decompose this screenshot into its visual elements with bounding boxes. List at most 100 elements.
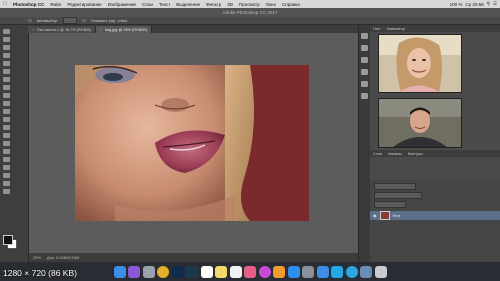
shape-tool-icon[interactable]	[3, 165, 10, 170]
lightroom-icon[interactable]	[186, 265, 198, 278]
photoshop-icon[interactable]	[171, 265, 184, 278]
tab-document-1[interactable]: × Без имени-1 @ 16,7% (RGB/8)	[28, 26, 96, 33]
auto-select-dropdown[interactable]	[63, 17, 78, 24]
path-select-tool-icon[interactable]	[3, 157, 10, 162]
layer-row[interactable]: ◉ Фон	[370, 211, 500, 220]
foreground-color-swatch[interactable]	[3, 235, 13, 245]
panel-header-top: Гист Навигатор	[370, 25, 500, 32]
more-tools-icon[interactable]	[3, 189, 10, 194]
eraser-tool-icon[interactable]	[3, 109, 10, 114]
crop-tool-icon[interactable]	[3, 61, 10, 66]
layer-filter-dropdown[interactable]	[374, 183, 416, 190]
history-brush-tool-icon[interactable]	[3, 101, 10, 106]
ibooks-icon[interactable]	[273, 265, 285, 278]
photos-icon[interactable]	[244, 265, 256, 278]
tools-panel	[0, 25, 29, 263]
menu-view[interactable]: Просмотр	[236, 2, 263, 7]
photoshop-screen:  Photoshop CC Файл Редактирование Изобр…	[0, 0, 500, 281]
eye-icon[interactable]: ◉	[373, 213, 377, 218]
quick-select-tool-icon[interactable]	[3, 53, 10, 58]
menu-3d[interactable]: 3D	[224, 2, 236, 7]
apple-icon[interactable]: 	[0, 1, 10, 7]
blur-tool-icon[interactable]	[3, 125, 10, 130]
brush-tool-icon[interactable]	[3, 85, 10, 90]
menu-select[interactable]: Выделение	[173, 2, 203, 7]
adjustments-icon[interactable]	[361, 57, 368, 63]
menu-app-name[interactable]: Photoshop CC	[10, 2, 47, 7]
brush-settings-icon[interactable]	[361, 93, 368, 99]
character-icon[interactable]	[361, 69, 368, 75]
clone-stamp-tool-icon[interactable]	[3, 93, 10, 98]
tab-label: img.jpg @ 25% (RGB/8*)	[105, 27, 148, 32]
layers-panel-header: Слои Каналы Контуры	[370, 150, 500, 157]
marquee-tool-icon[interactable]	[3, 37, 10, 42]
canvas-area[interactable]	[29, 33, 358, 253]
layer-thumbnail	[379, 211, 390, 220]
chrome-icon[interactable]	[157, 265, 169, 278]
document-tabs: × Без имени-1 @ 16,7% (RGB/8) × img.jpg …	[28, 25, 358, 33]
type-tool-icon[interactable]	[3, 149, 10, 154]
document-photo[interactable]	[75, 65, 309, 221]
tab-histogram[interactable]: Гист	[373, 27, 381, 31]
menu-image[interactable]: Изображение	[105, 2, 139, 7]
healing-brush-tool-icon[interactable]	[3, 77, 10, 82]
finder-secondary-icon[interactable]	[316, 265, 329, 278]
clock[interactable]: Ср 20:58	[465, 2, 483, 7]
properties-icon[interactable]	[361, 45, 368, 51]
itunes-icon[interactable]	[258, 265, 271, 278]
app-store-icon[interactable]	[287, 265, 300, 278]
menu-window[interactable]: Окно	[263, 2, 279, 7]
menu-type[interactable]: Текст	[156, 2, 173, 7]
lasso-tool-icon[interactable]	[3, 45, 10, 50]
move-tool-icon[interactable]	[3, 29, 10, 34]
dodge-tool-icon[interactable]	[3, 133, 10, 138]
status-bar: 25% Док: 5,93М/5,93М	[29, 253, 358, 262]
close-icon[interactable]: ×	[32, 27, 34, 32]
trash-icon[interactable]	[374, 265, 387, 278]
menubar-status-area: 100 % Ср 20:58 ⚲ ☰	[450, 1, 500, 7]
lock-controls[interactable]	[374, 201, 406, 208]
zoom-tool-icon[interactable]	[3, 181, 10, 186]
menu-layers[interactable]: Слои	[139, 2, 156, 7]
hand-tool-icon[interactable]	[3, 173, 10, 178]
menu-file[interactable]: Файл	[47, 2, 64, 7]
checkbox-icon[interactable]: ☐	[82, 18, 86, 23]
mail-icon[interactable]	[360, 265, 372, 278]
right-panel-dock: Гист Навигатор Слои Каналы Контуры ◉ Фон	[370, 25, 500, 263]
gradient-tool-icon[interactable]	[3, 117, 10, 122]
notes-icon[interactable]	[215, 265, 227, 278]
telegram-icon[interactable]	[345, 265, 358, 278]
pen-tool-icon[interactable]	[3, 141, 10, 146]
eyedropper-tool-icon[interactable]	[3, 69, 10, 74]
menu-edit[interactable]: Редактирование	[64, 2, 104, 7]
transform-controls-label: Показать упр. элем.	[90, 18, 128, 23]
menu-list-icon[interactable]: ☰	[493, 1, 497, 7]
options-bar: ☐ Автовыбор: ☐ Показать упр. элем.	[0, 17, 500, 25]
history-icon[interactable]	[361, 33, 368, 39]
tab-paths[interactable]: Контуры	[408, 152, 423, 156]
siri-icon[interactable]	[128, 265, 140, 278]
reminders-icon[interactable]	[229, 265, 242, 278]
system-preferences-icon[interactable]	[302, 265, 314, 278]
battery-indicator[interactable]: 100 %	[450, 2, 463, 7]
calendar-icon[interactable]	[200, 265, 213, 278]
menu-filter[interactable]: Фильтр	[203, 2, 224, 7]
layer-name: Фон	[392, 213, 400, 218]
finder-icon[interactable]	[113, 265, 126, 278]
tab-navigator[interactable]: Навигатор	[387, 27, 405, 31]
zoom-level[interactable]: 25%	[33, 255, 41, 260]
skype-icon[interactable]	[331, 265, 343, 278]
macos-menubar:  Photoshop CC Файл Редактирование Изобр…	[0, 0, 500, 8]
search-icon[interactable]: ⚲	[487, 1, 490, 7]
blend-mode-dropdown[interactable]	[374, 192, 422, 199]
close-icon[interactable]: ×	[100, 27, 102, 32]
tab-channels[interactable]: Каналы	[388, 152, 401, 156]
menu-help[interactable]: Справка	[279, 2, 303, 7]
launchpad-icon[interactable]	[142, 265, 155, 278]
paragraph-icon[interactable]	[361, 81, 368, 87]
tab-document-2[interactable]: × img.jpg @ 25% (RGB/8*)	[95, 26, 153, 33]
tab-layers[interactable]: Слои	[373, 152, 382, 156]
image-resolution-label: 1280 × 720 (86 KB)	[3, 268, 77, 278]
tab-label: Без имени-1 @ 16,7% (RGB/8)	[37, 27, 91, 32]
checkbox-icon[interactable]: ☐	[28, 18, 32, 23]
